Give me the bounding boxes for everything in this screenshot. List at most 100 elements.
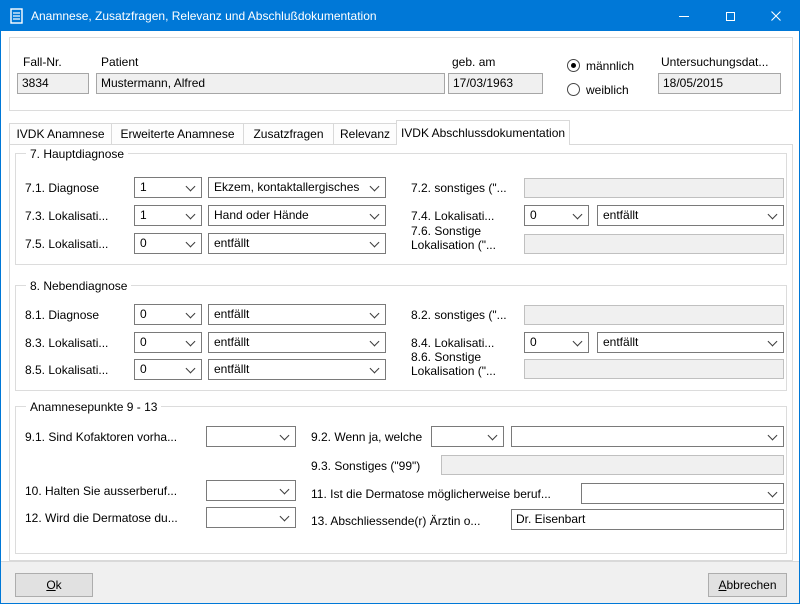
f75-label: 7.5. Lokalisati... xyxy=(25,237,108,251)
chevron-down-icon xyxy=(370,182,380,192)
untersuchungsdatum-field[interactable]: 18/05/2015 xyxy=(658,73,781,94)
tab-ivdk-anamnese[interactable]: IVDK Anamnese xyxy=(9,123,112,144)
maennlich-radio[interactable] xyxy=(567,59,580,72)
chevron-down-icon xyxy=(186,309,196,319)
button-bar xyxy=(1,561,799,603)
chevron-down-icon xyxy=(768,210,778,220)
f13-field[interactable]: Dr. Eisenbart xyxy=(511,509,784,530)
weiblich-radio[interactable] xyxy=(567,83,580,96)
f82-field[interactable] xyxy=(524,305,784,325)
tab-erweiterte-anamnese[interactable]: Erweiterte Anamnese xyxy=(111,123,244,144)
chevron-down-icon xyxy=(768,337,778,347)
f13-label: 13. Abschliessende(r) Ärztin o... xyxy=(311,514,480,528)
tab-ivdk-abschlussdokumentation[interactable]: IVDK Abschlussdokumentation xyxy=(396,120,570,145)
f10-select[interactable] xyxy=(206,480,296,501)
combo-value: 0 xyxy=(530,333,537,352)
f11-select[interactable] xyxy=(581,483,784,504)
f92-text-select[interactable] xyxy=(511,426,784,447)
f83-text-select[interactable]: entfällt xyxy=(208,332,386,353)
combo-value: entfällt xyxy=(214,333,249,352)
chevron-down-icon xyxy=(573,210,583,220)
chevron-down-icon xyxy=(280,512,290,522)
chevron-down-icon xyxy=(280,431,290,441)
f91-label: 9.1. Sind Kofaktoren vorha... xyxy=(25,430,177,444)
f92-code-select[interactable] xyxy=(431,426,504,447)
f73-text-select[interactable]: Hand oder Hände xyxy=(208,205,386,226)
weiblich-label[interactable]: weiblich xyxy=(586,83,629,97)
f83-label: 8.3. Lokalisati... xyxy=(25,336,108,350)
f91-select[interactable] xyxy=(206,426,296,447)
f75-text-select[interactable]: entfällt xyxy=(208,233,386,254)
combo-value: 1 xyxy=(140,206,147,225)
f73-code-select[interactable]: 1 xyxy=(134,205,202,226)
f74-text-select[interactable]: entfällt xyxy=(597,205,784,226)
close-icon xyxy=(771,11,781,21)
f83-code-select[interactable]: 0 xyxy=(134,332,202,353)
maennlich-label[interactable]: männlich xyxy=(586,59,634,73)
f84-text-select[interactable]: entfällt xyxy=(597,332,784,353)
f93-field[interactable] xyxy=(441,455,784,475)
untersuchungsdatum-label: Untersuchungsdat... xyxy=(661,55,768,69)
maximize-button[interactable] xyxy=(707,1,753,31)
chevron-down-icon xyxy=(186,210,196,220)
dialog-window: Anamnese, Zusatzfragen, Relevanz und Abs… xyxy=(0,0,800,604)
fall-nr-field[interactable]: 3834 xyxy=(17,73,89,94)
f85-label: 8.5. Lokalisati... xyxy=(25,363,108,377)
geburtsdatum-field[interactable]: 17/03/1963 xyxy=(448,73,543,94)
f81-code-select[interactable]: 0 xyxy=(134,304,202,325)
combo-value: 0 xyxy=(140,234,147,253)
chevron-down-icon xyxy=(768,431,778,441)
tab-zusatzfragen[interactable]: Zusatzfragen xyxy=(243,123,334,144)
f72-label: 7.2. sonstiges ("... xyxy=(411,181,507,195)
chevron-down-icon xyxy=(370,337,380,347)
combo-value: 0 xyxy=(140,333,147,352)
hauptdiagnose-title: 7. Hauptdiagnose xyxy=(26,147,128,161)
chevron-down-icon xyxy=(573,337,583,347)
f73-label: 7.3. Lokalisati... xyxy=(25,209,108,223)
tab-relevanz[interactable]: Relevanz xyxy=(333,123,397,144)
f75-code-select[interactable]: 0 xyxy=(134,233,202,254)
close-button[interactable] xyxy=(753,1,799,31)
f71-code-select[interactable]: 1 xyxy=(134,177,202,198)
f81-text-select[interactable]: entfällt xyxy=(208,304,386,325)
patient-name-field[interactable]: Mustermann, Alfred xyxy=(96,73,445,94)
f82-label: 8.2. sonstiges ("... xyxy=(411,308,507,322)
window-title: Anamnese, Zusatzfragen, Relevanz und Abs… xyxy=(31,9,377,23)
f81-label: 8.1. Diagnose xyxy=(25,308,99,322)
f76-field[interactable] xyxy=(524,234,784,254)
f74-label: 7.4. Lokalisati... xyxy=(411,209,494,223)
f71-text-select[interactable]: Ekzem, kontaktallergisches xyxy=(208,177,386,198)
combo-value: entfällt xyxy=(214,360,249,379)
f93-label: 9.3. Sonstiges ("99") xyxy=(311,459,420,473)
combo-value: 1 xyxy=(140,178,147,197)
f74-code-select[interactable]: 0 xyxy=(524,205,589,226)
combo-value: entfällt xyxy=(603,206,638,225)
ok-button[interactable]: Ok xyxy=(15,573,93,597)
chevron-down-icon xyxy=(186,182,196,192)
nebendiagnose-title: 8. Nebendiagnose xyxy=(26,279,131,293)
geb-am-label: geb. am xyxy=(452,55,495,69)
f92-label: 9.2. Wenn ja, welche xyxy=(311,430,422,444)
f12-select[interactable] xyxy=(206,507,296,528)
abbrechen-button[interactable]: Abbrechen xyxy=(708,573,787,597)
chevron-down-icon xyxy=(186,337,196,347)
patient-label: Patient xyxy=(101,55,138,69)
f72-field[interactable] xyxy=(524,178,784,198)
f84-code-select[interactable]: 0 xyxy=(524,332,589,353)
combo-value: 0 xyxy=(140,360,147,379)
f71-label: 7.1. Diagnose xyxy=(25,181,99,195)
chevron-down-icon xyxy=(186,238,196,248)
minimize-button[interactable] xyxy=(661,1,707,31)
f84-label: 8.4. Lokalisati... xyxy=(411,336,494,350)
f85-code-select[interactable]: 0 xyxy=(134,359,202,380)
f86-field[interactable] xyxy=(524,359,784,379)
document-icon xyxy=(10,8,23,24)
combo-value: Hand oder Hände xyxy=(214,206,309,225)
f11-label: 11. Ist die Dermatose möglicherweise ber… xyxy=(311,487,551,501)
chevron-down-icon xyxy=(186,364,196,374)
chevron-down-icon xyxy=(488,431,498,441)
f85-text-select[interactable]: entfällt xyxy=(208,359,386,380)
combo-value: 0 xyxy=(530,206,537,225)
anamnesepunkte-title: Anamnesepunkte 9 - 13 xyxy=(26,400,161,414)
chevron-down-icon xyxy=(370,210,380,220)
